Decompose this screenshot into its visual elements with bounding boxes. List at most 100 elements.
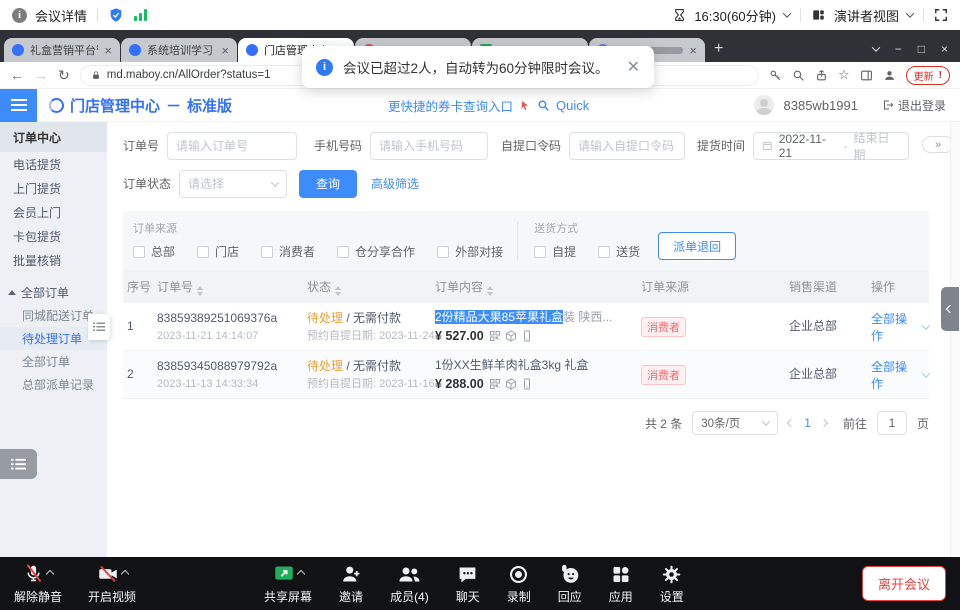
delivery-option-deliver[interactable]: 送货 [598, 243, 640, 260]
sidebar-item-all-orders[interactable]: 全部订单 [0, 350, 107, 373]
meeting-details[interactable]: i 会议详情 [12, 6, 87, 25]
unmute-button[interactable]: 解除静音 [14, 563, 62, 605]
window-minimize-icon[interactable]: − [895, 42, 902, 56]
col-channel: 销售渠道 [789, 278, 871, 295]
checkbox-icon[interactable] [598, 246, 610, 258]
sidebar-item-hq-dispatch-records[interactable]: 总部派单记录 [0, 373, 107, 396]
order-no-input[interactable] [167, 132, 297, 160]
all-actions-dropdown[interactable]: 全部操作 [871, 358, 929, 392]
members-button[interactable]: 成员(4) [390, 564, 429, 605]
browser-tab-1[interactable]: 礼盒营销平台管理中心 × [4, 38, 120, 62]
coupon-query-link[interactable]: 更快捷的券卡查询入口 [388, 96, 513, 115]
source-option-consumer[interactable]: 消费者 [261, 243, 315, 260]
dispatch-return-button[interactable]: 派单退回 [658, 232, 736, 260]
date-range-picker[interactable]: 2022-11-21 - 结束日期 [753, 132, 909, 160]
mobile-phone-icon[interactable] [521, 330, 533, 342]
order-status-select[interactable]: 请选择 [179, 170, 287, 198]
sidebar-item-member-visit[interactable]: 会员上门 [0, 200, 107, 224]
sort-icon[interactable] [487, 286, 493, 296]
settings-button[interactable]: 设置 [660, 564, 684, 605]
key-icon[interactable] [769, 69, 782, 82]
advanced-filter-link[interactable]: 高级筛选 [371, 175, 419, 192]
reactions-button[interactable]: 回应 [558, 564, 582, 605]
share-screen-button[interactable]: 共享屏幕 [264, 563, 312, 605]
option-label: 总部 [151, 243, 175, 260]
shield-check-icon[interactable] [108, 7, 124, 23]
sort-icon[interactable] [197, 286, 203, 296]
meeting-timer[interactable]: 16:30(60分钟) [673, 6, 790, 25]
checkbox-icon[interactable] [133, 246, 145, 258]
sidebar-section-order-center[interactable]: 订单中心 [0, 122, 107, 152]
package-box-icon[interactable] [505, 330, 517, 342]
checkbox-icon[interactable] [534, 246, 546, 258]
delivery-option-pickup[interactable]: 自提 [534, 243, 576, 260]
source-option-store[interactable]: 门店 [197, 243, 239, 260]
start-video-button[interactable]: 开启视频 [88, 563, 136, 605]
window-close-icon[interactable]: × [941, 42, 948, 56]
checkbox-icon[interactable] [261, 246, 273, 258]
browser-tab-2[interactable]: 系统培训学习 × [121, 38, 237, 62]
source-option-external[interactable]: 外部对接 [437, 243, 503, 260]
toast-close-icon[interactable]: ✕ [627, 57, 640, 77]
tab-close-icon[interactable]: × [104, 44, 112, 57]
collapse-panel-handle[interactable] [941, 287, 959, 331]
back-icon[interactable]: ← [10, 67, 24, 83]
next-page-icon[interactable] [820, 419, 828, 427]
sort-icon[interactable] [335, 286, 341, 296]
reload-icon[interactable]: ↻ [58, 67, 70, 84]
tab-close-icon[interactable]: × [689, 44, 697, 57]
page-size-select[interactable]: 30条/页 [692, 411, 778, 435]
chevron-up-icon[interactable] [296, 569, 304, 577]
sidebar-item-door-pickup[interactable]: 上门提货 [0, 176, 107, 200]
col-content[interactable]: 订单内容 [435, 278, 641, 296]
tab-close-icon[interactable]: × [221, 44, 229, 57]
source-option-warehouse-share[interactable]: 仓分享合作 [337, 243, 415, 260]
sidebar-item-batch-verify[interactable]: 批量核销 [0, 248, 107, 272]
apps-button[interactable]: 应用 [609, 564, 633, 605]
user-avatar[interactable] [754, 95, 774, 115]
share-icon[interactable] [815, 69, 828, 82]
source-option-hq[interactable]: 总部 [133, 243, 175, 260]
window-maximize-icon[interactable]: □ [918, 42, 925, 56]
col-status[interactable]: 状态 [307, 278, 435, 296]
current-page[interactable]: 1 [804, 416, 811, 430]
hamburger-menu-button[interactable] [0, 89, 37, 122]
logout-button[interactable]: 退出登录 [882, 97, 946, 114]
checkbox-icon[interactable] [337, 246, 349, 258]
phone-input[interactable] [370, 132, 488, 160]
chat-button[interactable]: 聊天 [456, 564, 480, 605]
sidebar-group-all-orders[interactable]: 全部订单 [0, 280, 107, 304]
side-panel-icon[interactable] [860, 69, 873, 82]
search-button[interactable]: 查询 [299, 170, 357, 198]
qr-code-icon[interactable] [489, 378, 501, 390]
package-box-icon[interactable] [505, 378, 517, 390]
checkbox-icon[interactable] [437, 246, 449, 258]
sidebar-item-phone-pickup[interactable]: 电话提货 [0, 152, 107, 176]
col-order-id[interactable]: 订单号 [157, 278, 307, 296]
invite-button[interactable]: 邀请 [339, 564, 363, 605]
checkbox-icon[interactable] [197, 246, 209, 258]
fullscreen-icon[interactable] [934, 8, 948, 22]
all-actions-dropdown[interactable]: 全部操作 [871, 310, 929, 344]
chevron-up-icon[interactable] [46, 569, 54, 577]
forward-icon[interactable]: → [34, 67, 48, 83]
window-menu-icon[interactable] [871, 43, 879, 51]
goto-page-input[interactable] [877, 411, 907, 435]
bookmark-star-icon[interactable]: ☆ [838, 67, 850, 83]
new-tab-button[interactable]: + [714, 40, 723, 58]
profile-icon[interactable] [883, 69, 896, 82]
sidebar-toggle-handle[interactable] [88, 314, 110, 340]
mobile-phone-icon[interactable] [521, 378, 533, 390]
pickup-code-input[interactable] [569, 132, 685, 160]
floating-list-button[interactable] [0, 449, 37, 479]
record-button[interactable]: 录制 [507, 564, 531, 605]
view-mode-switch[interactable]: 演讲者视图 [811, 6, 913, 25]
browser-update-button[interactable]: 更新! [906, 66, 950, 85]
sidebar-item-cardbag-pickup[interactable]: 卡包提货 [0, 224, 107, 248]
zoom-icon[interactable] [792, 69, 805, 82]
qr-code-icon[interactable] [489, 330, 501, 342]
prev-page-icon[interactable] [787, 419, 795, 427]
leave-meeting-button[interactable]: 离开会议 [862, 566, 946, 601]
chevron-up-icon[interactable] [120, 569, 128, 577]
quick-link[interactable]: Quick [556, 98, 589, 113]
